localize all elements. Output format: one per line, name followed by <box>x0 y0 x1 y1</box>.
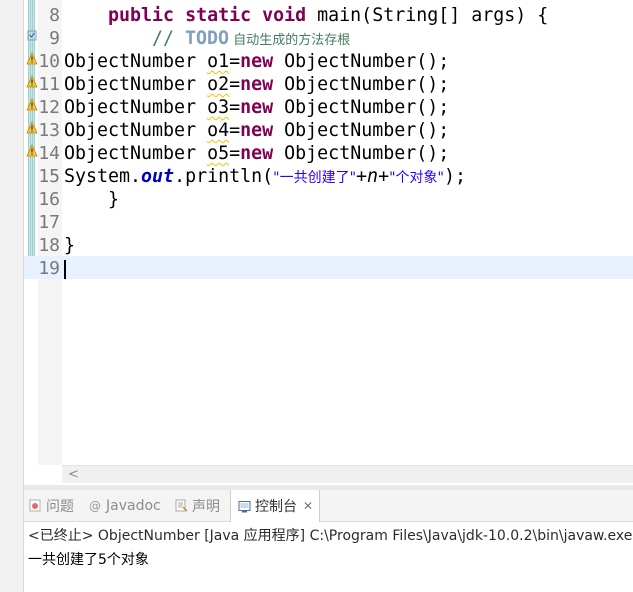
code-line-15[interactable]: 15 System.out.println("一共创建了"+n+"个对象"); <box>24 164 633 187</box>
line-number: 18 <box>38 235 60 256</box>
line-number: 9 <box>49 28 60 49</box>
code-text: } <box>64 235 76 256</box>
line-number: 13 <box>38 120 60 141</box>
tab-javadoc[interactable]: @ Javadoc <box>88 490 161 521</box>
line-number: 15 <box>38 166 60 187</box>
code-line-13[interactable]: 13 ObjectNumber o4=new ObjectNumber(); <box>24 118 633 141</box>
left-panel-strip <box>0 0 24 592</box>
line-number: 16 <box>38 189 60 210</box>
code-text: public static void main(String[] args) { <box>108 5 549 26</box>
horizontal-scrollbar[interactable]: < <box>62 465 633 483</box>
text-cursor <box>64 260 66 279</box>
code-text: ObjectNumber o4=new ObjectNumber(); <box>64 120 450 141</box>
code-text: // TODO 自动生成的方法存根 <box>152 28 351 49</box>
tab-console[interactable]: 控制台 ✕ <box>230 490 321 522</box>
console-view[interactable]: <已终止> ObjectNumber [Java 应用程序] C:\Progra… <box>24 522 633 592</box>
line-number: 14 <box>38 143 60 164</box>
code-line-11[interactable]: 11 ObjectNumber o2=new ObjectNumber(); <box>24 72 633 95</box>
code-text: System.out.println("一共创建了"+n+"个对象"); <box>64 166 466 187</box>
scroll-left-icon[interactable]: < <box>68 466 79 483</box>
line-number: 17 <box>38 212 60 233</box>
code-line-8[interactable]: 8 public static void main(String[] args)… <box>24 3 633 26</box>
code-line-17[interactable]: 17 <box>24 210 633 233</box>
warning-marker-icon[interactable] <box>26 52 38 66</box>
task-marker-icon[interactable] <box>26 29 38 43</box>
line-number: 10 <box>38 51 60 72</box>
code-line-12[interactable]: 12 ObjectNumber o3=new ObjectNumber(); <box>24 95 633 118</box>
code-line-10[interactable]: 10 ObjectNumber o1=new ObjectNumber(); <box>24 49 633 72</box>
console-icon <box>237 499 251 513</box>
warning-marker-icon[interactable] <box>26 121 38 135</box>
line-number: 11 <box>38 74 60 95</box>
warning-marker-icon[interactable] <box>26 98 38 112</box>
warning-marker-icon[interactable] <box>26 144 38 158</box>
tab-declaration[interactable]: 声明 <box>174 490 220 521</box>
code-line-14[interactable]: 14 ObjectNumber o5=new ObjectNumber(); <box>24 141 633 164</box>
warning-marker-icon[interactable] <box>26 75 38 89</box>
problems-icon <box>28 499 42 513</box>
code-text: } <box>108 189 120 210</box>
code-line-18[interactable]: 18 } <box>24 233 633 256</box>
line-number: 12 <box>38 97 60 118</box>
code-line-9[interactable]: 9 // TODO 自动生成的方法存根 <box>24 26 633 49</box>
code-line-19-current[interactable]: 19 <box>24 256 633 279</box>
line-number: 19 <box>38 258 60 279</box>
console-header: <已终止> ObjectNumber [Java 应用程序] C:\Progra… <box>28 528 633 544</box>
code-text: ObjectNumber o3=new ObjectNumber(); <box>64 97 450 118</box>
console-output: 一共创建了5个对象 <box>28 552 149 568</box>
bottom-panel-tabs: 问题 @ Javadoc 声明 控制台 ✕ <box>24 490 633 522</box>
code-text: ObjectNumber o2=new ObjectNumber(); <box>64 74 450 95</box>
code-text: ObjectNumber o5=new ObjectNumber(); <box>64 143 450 164</box>
code-text: ObjectNumber o1=new ObjectNumber(); <box>64 51 450 72</box>
declaration-icon <box>174 499 188 513</box>
close-icon[interactable]: ✕ <box>303 499 313 513</box>
code-line-16[interactable]: 16 } <box>24 187 633 210</box>
javadoc-icon: @ <box>89 498 101 513</box>
line-number: 8 <box>49 5 60 26</box>
tab-problems[interactable]: 问题 <box>28 490 74 521</box>
java-editor[interactable]: 8 public static void main(String[] args)… <box>24 0 633 485</box>
